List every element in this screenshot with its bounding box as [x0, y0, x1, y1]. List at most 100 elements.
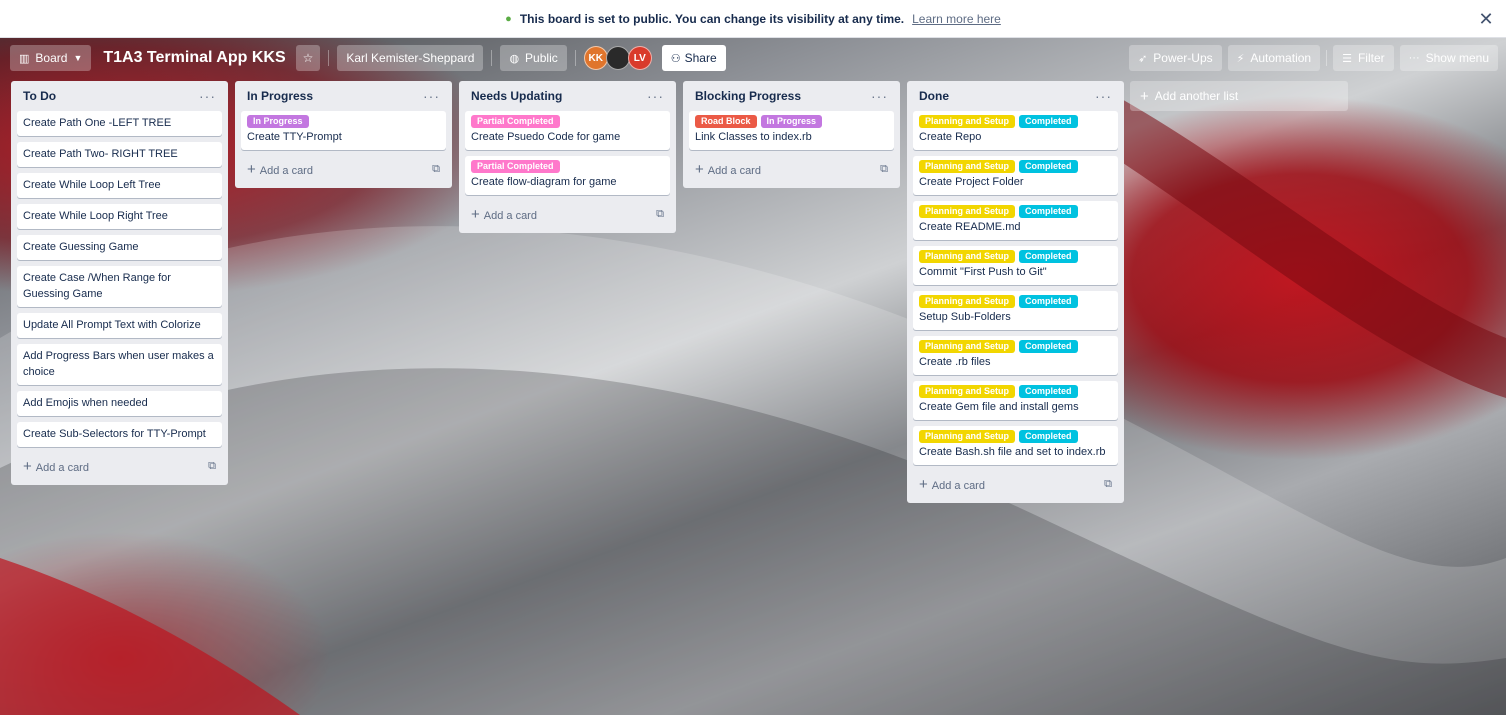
add-card-label: Add a card — [483, 209, 537, 222]
add-card-label: Add a card — [259, 164, 313, 177]
list-menu-icon[interactable]: ··· — [1095, 88, 1112, 104]
label-road-block[interactable]: Road Block — [695, 115, 757, 128]
card[interactable]: Create Sub-Selectors for TTY-Prompt — [17, 422, 222, 447]
card-title: Create README.md — [919, 221, 1021, 233]
filter-icon: ☰ — [1342, 52, 1352, 65]
label-in-progress[interactable]: In Progress — [760, 115, 823, 128]
card-title: Commit "First Push to Git" — [919, 266, 1047, 278]
avatar[interactable]: LV — [627, 46, 652, 70]
card-template-icon[interactable]: ⧉ — [656, 208, 664, 221]
add-card-label: Add a card — [35, 461, 89, 474]
label-completed[interactable]: Completed — [1019, 115, 1078, 128]
add-card-button[interactable]: + Add a card ⧉ — [241, 156, 446, 182]
filter-button[interactable]: ☰ Filter — [1333, 45, 1394, 71]
board-title[interactable]: T1A3 Terminal App KKS — [103, 49, 285, 67]
card-labels: Planning and Setup Completed — [919, 340, 1112, 353]
card[interactable]: Create Case /When Range for Guessing Gam… — [17, 266, 222, 307]
share-button[interactable]: ⚇ Share — [661, 45, 726, 71]
card[interactable]: Update All Prompt Text with Colorize — [17, 313, 222, 338]
automation-label: Automation — [1250, 51, 1312, 65]
list-title[interactable]: In Progress — [247, 89, 313, 103]
card[interactable]: Road Block In Progress Link Classes to i… — [689, 111, 894, 150]
card[interactable]: Partial Completed Create Psuedo Code for… — [465, 111, 670, 150]
add-card-button[interactable]: + Add a card ⧉ — [465, 201, 670, 227]
card[interactable]: Planning and Setup Completed Create Gem … — [913, 381, 1118, 420]
list-header: Needs Updating ··· — [465, 81, 670, 111]
card-labels: Planning and Setup Completed — [919, 385, 1112, 398]
add-card-button[interactable]: + Add a card ⧉ — [689, 156, 894, 182]
card[interactable]: Partial Completed Create flow-diagram fo… — [465, 156, 670, 195]
avatar[interactable] — [605, 46, 630, 70]
powerups-button[interactable]: ➶ Power-Ups — [1129, 45, 1222, 71]
card[interactable]: Planning and Setup Completed Commit "Fir… — [913, 246, 1118, 285]
card[interactable]: Planning and Setup Completed Create Bash… — [913, 426, 1118, 465]
label-partial-completed[interactable]: Partial Completed — [471, 160, 560, 173]
card-title: Create Case /When Range for Guessing Gam… — [23, 272, 171, 300]
label-partial-completed[interactable]: Partial Completed — [471, 115, 560, 128]
card[interactable]: Create While Loop Left Tree — [17, 173, 222, 198]
visibility-button[interactable]: ◍ Public — [500, 45, 567, 71]
label-planning-and-setup[interactable]: Planning and Setup — [919, 385, 1016, 398]
label-completed[interactable]: Completed — [1019, 250, 1078, 263]
card[interactable]: Create While Loop Right Tree — [17, 204, 222, 229]
list-header: In Progress ··· — [241, 81, 446, 111]
card[interactable]: Create Path Two- RIGHT TREE — [17, 142, 222, 167]
workspace-button[interactable]: Karl Kemister-Sheppard — [337, 45, 484, 71]
automation-button[interactable]: ⚡ Automation — [1227, 45, 1321, 71]
card[interactable]: Planning and Setup Completed Create .rb … — [913, 336, 1118, 375]
card[interactable]: Planning and Setup Completed Create READ… — [913, 201, 1118, 240]
star-button[interactable]: ☆ — [295, 45, 321, 71]
label-completed[interactable]: Completed — [1019, 385, 1078, 398]
card[interactable]: In Progress Create TTY-Prompt — [241, 111, 446, 150]
card[interactable]: Add Progress Bars when user makes a choi… — [17, 344, 222, 385]
list-menu-icon[interactable]: ··· — [199, 88, 216, 104]
label-completed[interactable]: Completed — [1019, 205, 1078, 218]
learn-more-link[interactable]: Learn more here — [912, 12, 1001, 26]
card-title: Create Path Two- RIGHT TREE — [23, 148, 178, 160]
card-labels: Partial Completed — [471, 160, 664, 173]
board-header: ▥ Board ▼ T1A3 Terminal App KKS ☆ Karl K… — [0, 38, 1506, 78]
card-template-icon[interactable]: ⧉ — [208, 460, 216, 473]
card[interactable]: Planning and Setup Completed Create Repo — [913, 111, 1118, 150]
board-switcher-button[interactable]: ▥ Board ▼ — [10, 45, 92, 71]
card-title: Create Gem file and install gems — [919, 401, 1079, 413]
card[interactable]: Planning and Setup Completed Setup Sub-F… — [913, 291, 1118, 330]
label-planning-and-setup[interactable]: Planning and Setup — [919, 160, 1016, 173]
label-planning-and-setup[interactable]: Planning and Setup — [919, 295, 1016, 308]
list-title[interactable]: Needs Updating — [471, 89, 562, 103]
add-another-list-button[interactable]: + Add another list — [1130, 81, 1348, 111]
list-menu-icon[interactable]: ··· — [423, 88, 440, 104]
card-template-icon[interactable]: ⧉ — [1104, 478, 1112, 491]
add-card-button[interactable]: + Add a card ⧉ — [17, 453, 222, 479]
label-in-progress[interactable]: In Progress — [247, 115, 309, 128]
label-completed[interactable]: Completed — [1019, 430, 1078, 443]
add-card-button[interactable]: + Add a card ⧉ — [913, 471, 1118, 497]
label-planning-and-setup[interactable]: Planning and Setup — [919, 115, 1016, 128]
list-menu-icon[interactable]: ··· — [871, 88, 888, 104]
list-title[interactable]: Blocking Progress — [695, 89, 801, 103]
label-completed[interactable]: Completed — [1019, 295, 1078, 308]
avatar[interactable]: KK — [583, 46, 608, 70]
card-template-icon[interactable]: ⧉ — [880, 163, 888, 176]
list-title[interactable]: Done — [919, 89, 949, 103]
label-completed[interactable]: Completed — [1019, 340, 1078, 353]
label-planning-and-setup[interactable]: Planning and Setup — [919, 205, 1016, 218]
label-completed[interactable]: Completed — [1019, 160, 1078, 173]
list-title[interactable]: To Do — [23, 89, 56, 103]
card-template-icon[interactable]: ⧉ — [432, 163, 440, 176]
lightning-icon: ⚡ — [1236, 52, 1245, 65]
header-divider — [491, 50, 493, 66]
label-planning-and-setup[interactable]: Planning and Setup — [919, 250, 1016, 263]
label-planning-and-setup[interactable]: Planning and Setup — [919, 340, 1016, 353]
label-planning-and-setup[interactable]: Planning and Setup — [919, 430, 1016, 443]
list-menu-icon[interactable]: ··· — [647, 88, 664, 104]
card[interactable]: Add Emojis when needed — [17, 391, 222, 416]
card[interactable]: Create Path One -LEFT TREE — [17, 111, 222, 136]
share-label: Share — [684, 51, 717, 65]
close-icon[interactable]: ✕ — [1476, 9, 1496, 29]
card-title: Create Guessing Game — [23, 241, 139, 253]
card[interactable]: Planning and Setup Completed Create Proj… — [913, 156, 1118, 195]
plus-icon: + — [247, 160, 256, 178]
card[interactable]: Create Guessing Game — [17, 235, 222, 260]
show-menu-button[interactable]: ··· Show menu — [1399, 45, 1498, 71]
